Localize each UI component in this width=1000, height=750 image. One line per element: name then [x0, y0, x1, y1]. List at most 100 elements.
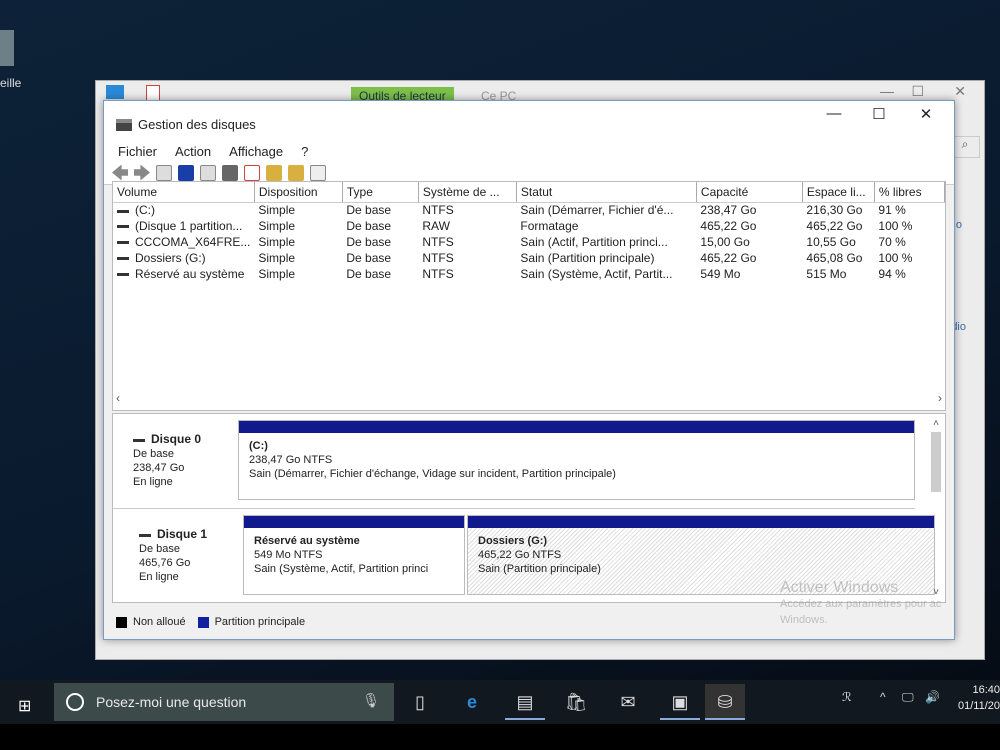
vertical-scrollbar[interactable]: ˄ ˅ [929, 418, 943, 598]
cell-text: 216,30 Go [806, 203, 863, 218]
table-cell: De base [342, 234, 418, 250]
forward-icon[interactable] [134, 164, 150, 181]
table-row[interactable]: (C:) Simple De base NTFS Sain (Démarrer, Fic… [113, 202, 945, 218]
maximize-button[interactable]: ☐ [859, 105, 899, 123]
column-header[interactable]: Capacité [696, 182, 803, 203]
scroll-thumb[interactable] [931, 432, 941, 492]
column-header[interactable]: Type [342, 182, 419, 203]
scroll-right-icon[interactable]: › [938, 391, 942, 405]
cell-text: Simple [258, 267, 296, 281]
cell-text: De base [346, 235, 392, 249]
back-icon[interactable] [112, 164, 128, 181]
app-icon[interactable]: ▣ [660, 684, 700, 720]
scroll-left-icon[interactable]: ‹ [116, 391, 120, 405]
cell-text: De base [346, 203, 392, 218]
legend-primary-swatch [197, 616, 209, 628]
mail-icon[interactable]: ✉ [608, 684, 648, 720]
disk-type: De base [133, 448, 174, 460]
check-icon[interactable] [244, 164, 260, 181]
windows-start-icon[interactable]: ⊞ [18, 696, 31, 716]
table-cell: Sain (Actif, Partition princi... [516, 234, 696, 250]
minimize-button[interactable]: — [814, 105, 854, 122]
volume-icon [117, 225, 129, 229]
table-cell: Simple [254, 250, 342, 266]
table-cell: 465,22 Go [696, 250, 802, 266]
clock-time: 16:40 [972, 684, 1000, 696]
table-cell: NTFS [418, 266, 516, 282]
clock[interactable]: 16:40 01/11/20 [958, 682, 1000, 714]
partition-c[interactable]: (C:) 238,47 Go NTFS Sain (Démarrer, Fichie… [238, 420, 915, 500]
table-row[interactable]: Dossiers (G:) Simple De base NTFS Sain (Part… [113, 250, 945, 266]
close-button[interactable]: ✕ [906, 105, 946, 123]
properties-icon[interactable] [310, 164, 326, 181]
volume-icon[interactable]: 🔊 [925, 690, 940, 704]
microphone-icon[interactable]: 🎙 [362, 692, 380, 709]
table-row[interactable]: (Disque 1 partition... Simple De base RAW Fo… [113, 218, 945, 234]
file-explorer-icon[interactable]: ▤ [505, 684, 545, 720]
table-row[interactable]: Réservé au système Simple De base NTFS Sain … [113, 266, 945, 282]
table-cell: Simple [254, 266, 342, 282]
partition-reserved[interactable]: Réservé au système 549 Mo NTFS Sain (Systè… [243, 515, 465, 595]
table-cell: Simple [254, 234, 342, 250]
cell-text: 238,47 Go [700, 203, 757, 218]
cortana-search-box[interactable]: Posez-moi une question 🎙 [54, 683, 394, 721]
desktop-icon[interactable] [0, 30, 14, 66]
close-icon[interactable]: ✕ [954, 83, 966, 100]
cell-text: 15,00 Go [700, 235, 750, 249]
partition-name: Dossiers (G:) [478, 535, 548, 547]
cortana-icon [66, 693, 84, 711]
column-header[interactable]: Disposition [254, 182, 343, 203]
column-header[interactable]: % libres [874, 182, 946, 203]
activation-watermark: Activer Windows Accédez aux paramètres po… [780, 580, 941, 628]
table-cell: CCCOMA_X64FRE... [113, 234, 254, 250]
menu-help[interactable]: ? [301, 144, 308, 161]
menu-affichage[interactable]: Affichage [229, 144, 283, 161]
cell-text: De base [346, 267, 392, 281]
cell-text: 465,22 Go [700, 251, 757, 265]
table-cell: 100 % [874, 250, 944, 266]
table-cell: 94 % [874, 266, 944, 282]
legend-label: Non alloué [133, 616, 186, 628]
legend-label: Partition principale [214, 616, 306, 628]
disk-name: Disque 0 [151, 432, 202, 446]
table-cell: De base [342, 218, 418, 234]
network-icon[interactable]: 🖵 [902, 690, 914, 705]
menu-fichier[interactable]: Fichier [118, 144, 157, 161]
help-icon[interactable] [178, 164, 194, 181]
minimize-icon[interactable]: — [880, 83, 894, 99]
column-header[interactable]: Système de ... [418, 182, 517, 203]
menu-action[interactable]: Action [175, 144, 211, 161]
watermark-title: Activer Windows [780, 579, 899, 596]
disk-1-info[interactable]: Disque 1 De base 465,76 Go En ligne [139, 527, 207, 584]
disk-0-info[interactable]: Disque 0 De base 238,47 Go En ligne [133, 432, 201, 489]
store-icon[interactable]: 🛍 [556, 684, 596, 720]
column-header[interactable]: Volume [113, 182, 255, 203]
disk-management-taskbar-icon[interactable]: ⛁ [705, 684, 745, 720]
side-label: o [955, 219, 962, 231]
connect-icon[interactable] [222, 164, 238, 181]
cell-text: 91 % [878, 203, 906, 218]
show-hidden-icons[interactable]: ^ [880, 690, 886, 704]
table-cell: De base [342, 266, 418, 282]
table-row[interactable]: CCCOMA_X64FRE... Simple De base NTFS Sain (A… [113, 234, 945, 250]
maximize-icon[interactable]: ☐ [911, 83, 924, 100]
people-icon[interactable]: ℛ [842, 690, 852, 704]
task-view-icon[interactable]: ▯ [400, 684, 440, 720]
action-pane-icon[interactable] [200, 164, 216, 181]
folder-up-icon[interactable] [266, 164, 282, 181]
disk-state: En ligne [133, 476, 173, 488]
column-header[interactable]: Espace li... [802, 182, 875, 203]
horizontal-scrollbar[interactable]: ‹ › [112, 391, 946, 409]
disk-type: De base [139, 543, 180, 555]
cell-text: Simple [258, 251, 296, 265]
cell-text: CCCOMA_X64FRE... [135, 235, 251, 249]
partition-size: 238,47 Go NTFS [249, 454, 333, 466]
edge-icon[interactable]: e [452, 684, 492, 720]
scroll-up-icon[interactable]: ˄ [929, 418, 943, 429]
column-header[interactable]: Statut [516, 182, 697, 203]
table-cell: 15,00 Go [696, 234, 802, 250]
properties-icon[interactable] [146, 85, 160, 101]
partition-bar [468, 516, 934, 528]
console-tree-icon[interactable] [156, 164, 172, 181]
search-folder-icon[interactable] [288, 164, 304, 181]
